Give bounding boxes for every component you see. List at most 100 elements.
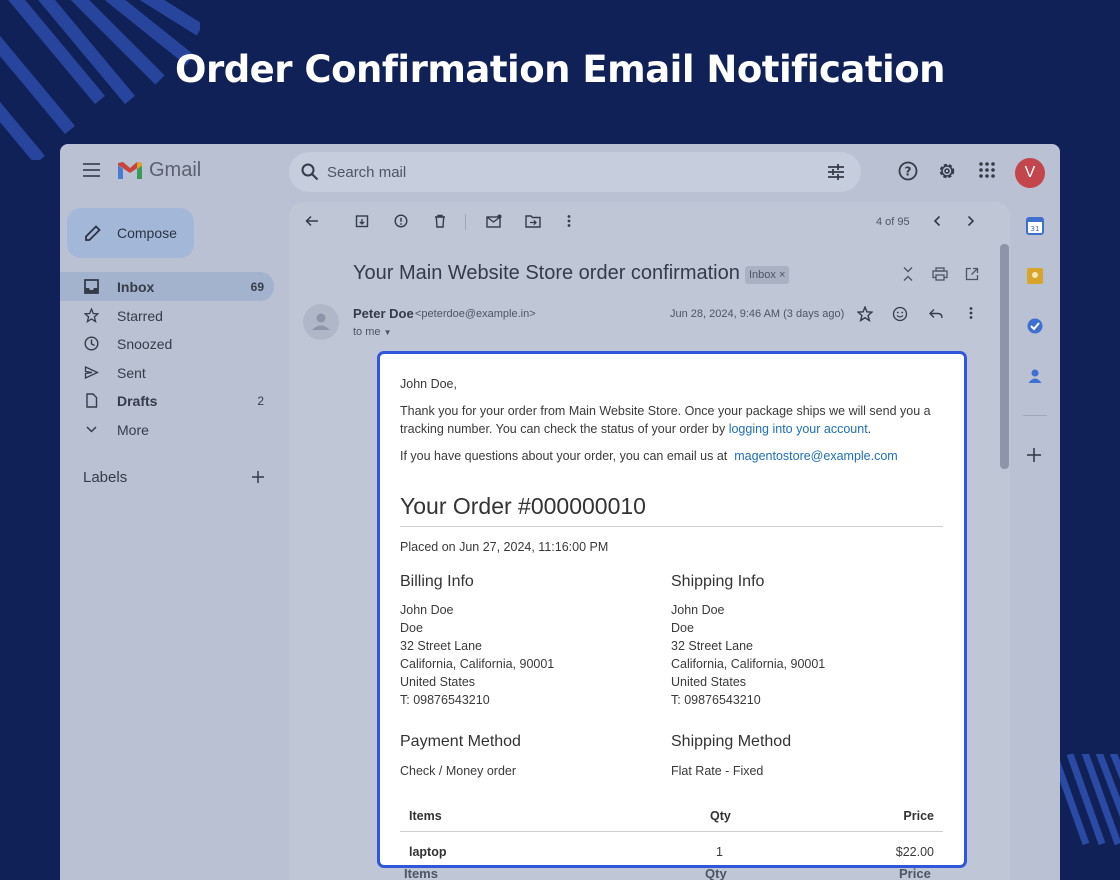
billing-address: John Doe Doe 32 Street Lane California, …	[400, 601, 554, 709]
emoji-react-icon[interactable]	[892, 306, 908, 327]
shipping-address: John Doe Doe 32 Street Lane California, …	[671, 601, 825, 709]
svg-text:31: 31	[1031, 225, 1040, 233]
recipient-details[interactable]: to me ▼	[353, 326, 392, 338]
sidebar-item-count: 2	[257, 394, 264, 409]
contacts-icon[interactable]	[1026, 367, 1044, 390]
rail-divider	[1023, 415, 1047, 416]
decorative-stripes-bottom-right	[1056, 754, 1120, 850]
send-icon	[84, 365, 100, 385]
pencil-icon	[84, 224, 102, 247]
gmail-topbar: Gmail ? V	[60, 144, 1060, 200]
items-column-header: Items	[409, 809, 442, 823]
more-vert-icon[interactable]	[566, 214, 572, 233]
inbox-icon	[84, 279, 99, 299]
sidebar-item-inbox[interactable]: Inbox 69	[60, 272, 274, 301]
qty-column-header: Qty	[710, 809, 731, 823]
sidebar-item-starred[interactable]: Starred	[60, 301, 274, 330]
menu-icon[interactable]	[82, 162, 102, 178]
gmail-logo[interactable]: Gmail	[117, 159, 201, 182]
recipient-label: to me	[353, 326, 381, 338]
order-title-divider	[400, 526, 943, 527]
add-label-icon[interactable]	[251, 470, 265, 489]
mark-unread-icon[interactable]	[486, 214, 502, 233]
shipping-method-value: Flat Rate - Fixed	[671, 764, 764, 778]
pagination-count: 4 of 95	[876, 216, 910, 228]
order-title: Your Order #000000010	[400, 493, 646, 519]
table-row-price: $22.00	[895, 845, 934, 859]
print-icon[interactable]	[932, 267, 948, 286]
shipping-line: 32 Street Lane	[671, 639, 754, 653]
search-input[interactable]	[327, 152, 807, 192]
sidebar-item-count: 69	[250, 280, 264, 294]
sidebar-item-label: Drafts	[117, 393, 158, 410]
email-intro-text: tracking number. You can check the statu…	[400, 422, 726, 436]
email-intro-period: .	[867, 422, 872, 436]
open-new-window-icon[interactable]	[965, 267, 979, 286]
more-vert-icon[interactable]	[968, 306, 974, 325]
draft-icon	[84, 393, 99, 413]
shipping-method-title: Shipping Method	[671, 733, 792, 750]
shipping-line: California, California, 90001	[671, 657, 826, 671]
shipping-line: T: 09876543210	[671, 693, 761, 707]
shipping-line: John Doe	[671, 603, 725, 617]
email-intro-line-1: Thank you for your order from Main Websi…	[400, 404, 931, 418]
reply-icon[interactable]	[928, 306, 944, 327]
help-icon[interactable]: ?	[898, 161, 918, 186]
shipping-info-title: Shipping Info	[671, 573, 765, 590]
add-addon-icon[interactable]	[1026, 447, 1042, 468]
sidebar-item-drafts[interactable]: Drafts 2	[60, 386, 274, 415]
billing-line: California, California, 90001	[400, 657, 555, 671]
toolbar-divider	[465, 214, 466, 230]
sender-name: Peter Doe	[353, 306, 414, 321]
support-email-link[interactable]: magentostore@example.com	[734, 449, 897, 463]
calendar-icon[interactable]: 31	[1026, 217, 1044, 240]
scrollbar-thumb[interactable]	[1000, 244, 1009, 469]
collapse-icon[interactable]	[901, 266, 915, 287]
order-placed-date: Placed on Jun 27, 2024, 11:16:00 PM	[400, 540, 609, 554]
billing-line: 32 Street Lane	[400, 639, 483, 653]
star-icon[interactable]	[856, 305, 874, 327]
chevron-right-icon[interactable]	[966, 214, 976, 233]
sender-avatar[interactable]	[303, 304, 339, 340]
sender-email: <peterdoe@example.in>	[415, 308, 536, 320]
sidebar-item-snoozed[interactable]: Snoozed	[60, 329, 274, 358]
app-name: Gmail	[149, 159, 202, 181]
shipping-line: Doe	[671, 621, 694, 635]
search-icon[interactable]	[301, 163, 319, 186]
labels-header: Labels	[83, 469, 128, 486]
compose-button[interactable]: Compose	[67, 208, 194, 258]
back-arrow-icon[interactable]	[305, 214, 319, 233]
apps-grid-icon[interactable]	[978, 161, 996, 184]
caret-down-icon: ▼	[383, 328, 392, 337]
email-greeting: John Doe,	[400, 377, 457, 391]
settings-gear-icon[interactable]	[937, 161, 957, 186]
email-intro-line-2: tracking number. You can check the statu…	[400, 420, 871, 438]
gmail-m-icon	[118, 161, 142, 179]
order-email-body: John Doe, Thank you for your order from …	[377, 351, 967, 868]
tasks-icon[interactable]	[1026, 317, 1044, 340]
search-bar[interactable]	[289, 152, 861, 192]
delete-icon[interactable]	[433, 214, 447, 233]
account-avatar[interactable]: V	[1015, 158, 1045, 188]
chevron-left-icon[interactable]	[932, 214, 942, 233]
sidebar-item-more[interactable]: More	[60, 415, 274, 444]
email-questions-text: If you have questions about your order, …	[400, 449, 728, 463]
email-questions: If you have questions about your order, …	[400, 447, 898, 465]
archive-icon[interactable]	[355, 214, 369, 233]
report-spam-icon[interactable]	[394, 214, 408, 233]
billing-line: Doe	[400, 621, 423, 635]
payment-method-title: Payment Method	[400, 733, 521, 750]
login-account-link[interactable]: logging into your account	[729, 422, 868, 436]
keep-notes-icon[interactable]	[1026, 267, 1044, 290]
table-header-divider	[400, 831, 943, 832]
sidebar-item-label: Starred	[117, 307, 163, 324]
search-options-icon[interactable]	[827, 163, 845, 186]
move-to-icon[interactable]	[525, 214, 541, 233]
sidebar-item-label: Inbox	[117, 279, 155, 295]
billing-info-title: Billing Info	[400, 573, 474, 590]
ghost-qty-header: Qty	[705, 866, 727, 880]
table-row-qty: 1	[716, 845, 723, 859]
inbox-label-chip[interactable]: Inbox ×	[745, 266, 790, 284]
sidebar-item-label: Sent	[117, 364, 146, 381]
sidebar-item-sent[interactable]: Sent	[60, 358, 274, 387]
